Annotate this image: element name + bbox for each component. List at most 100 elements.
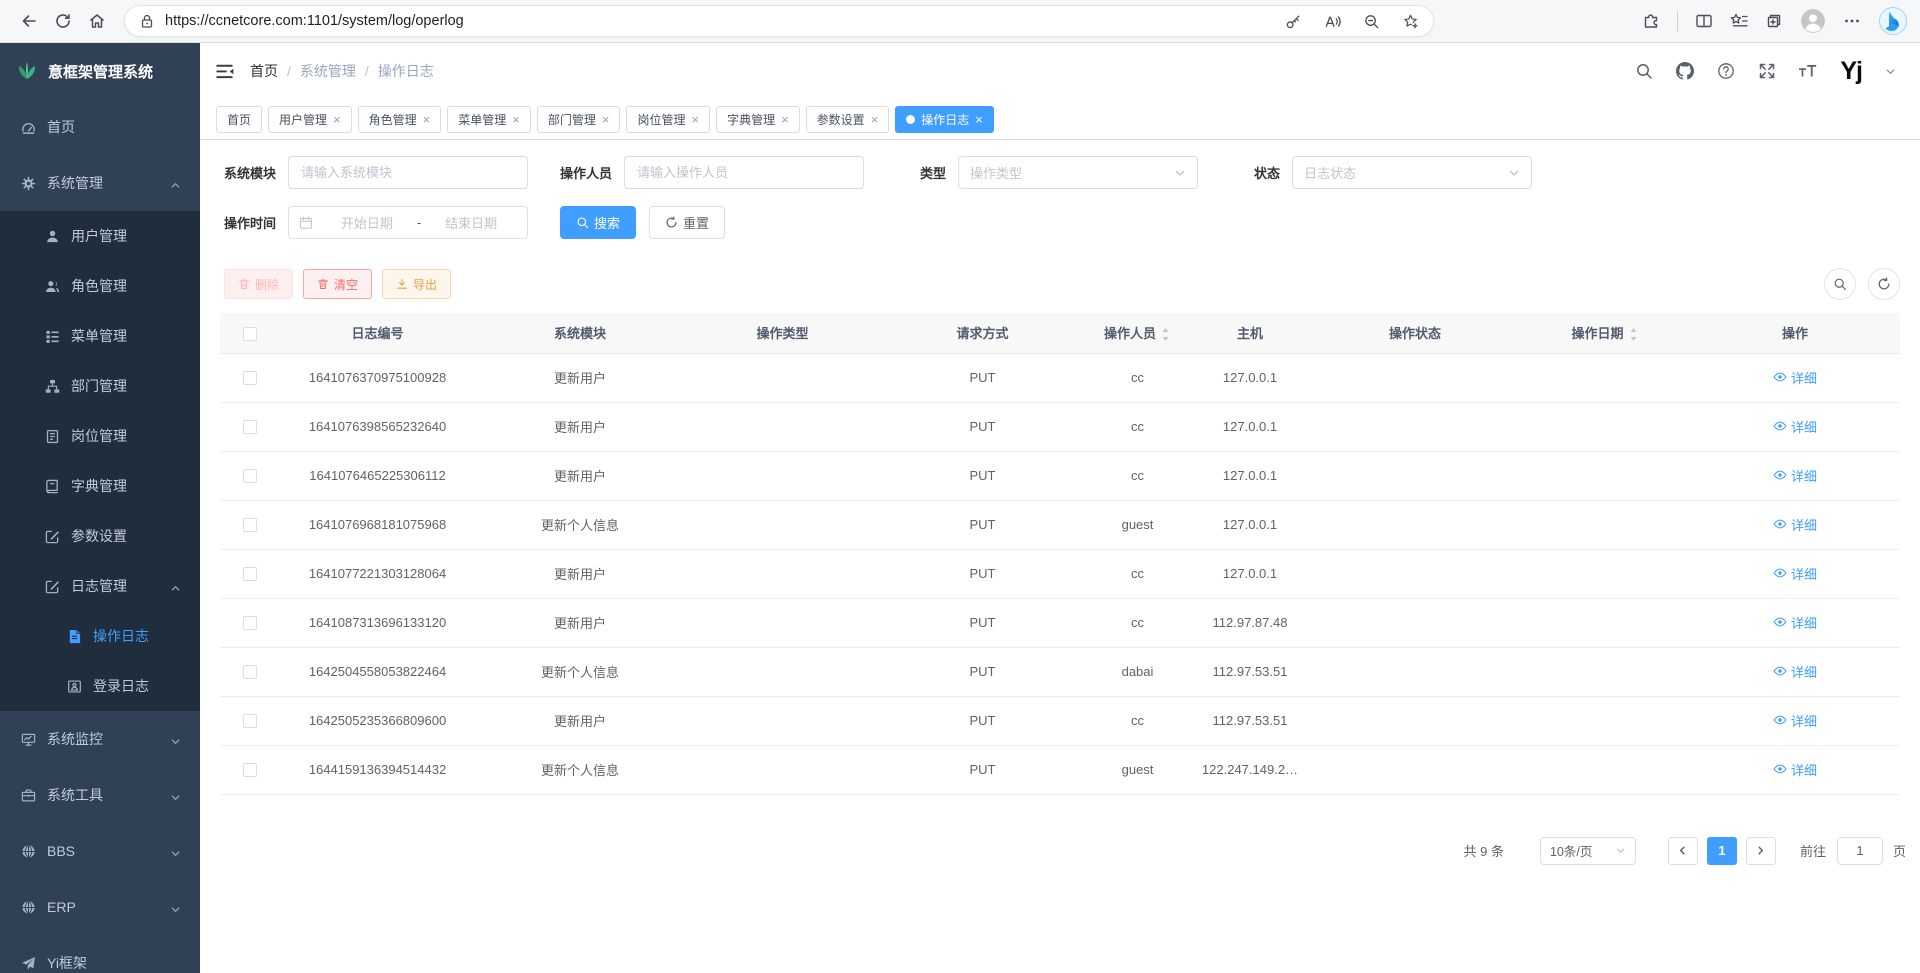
prev-page-button[interactable] [1668,837,1698,865]
page-size-select[interactable]: 10条/页 [1540,837,1636,865]
fullscreen-icon[interactable] [1758,62,1776,80]
date-range-picker[interactable]: 开始日期 - 结束日期 [288,206,528,239]
password-key-icon[interactable] [1285,13,1302,30]
delete-button[interactable]: 删除 [224,269,293,299]
detail-link[interactable]: 详细 [1773,417,1817,436]
row-checkbox[interactable] [243,616,257,630]
tab-home[interactable]: 首页 [216,106,262,133]
clear-button[interactable]: 清空 [303,269,372,299]
page-number-1[interactable]: 1 [1707,837,1737,865]
detail-link[interactable]: 详细 [1773,760,1817,779]
row-checkbox[interactable] [243,714,257,728]
detail-link[interactable]: 详细 [1773,662,1817,681]
tab-close-icon[interactable]: × [602,113,610,126]
show-search-button[interactable] [1824,268,1856,300]
sidebar-item-home[interactable]: 首页 [0,99,200,155]
tab-param-settings[interactable]: 参数设置× [806,106,890,133]
goto-label: 前往 [1800,841,1826,860]
row-checkbox[interactable] [243,763,257,777]
tab-post-mgmt[interactable]: 岗位管理× [626,106,710,133]
user-menu-caret-icon[interactable] [1885,66,1896,77]
search-icon[interactable] [1635,62,1653,80]
tab-close-icon[interactable]: × [975,113,983,126]
status-select[interactable]: 日志状态 [1292,156,1532,189]
tab-dept-mgmt[interactable]: 部门管理× [537,106,621,133]
reset-button[interactable]: 重置 [649,206,725,239]
row-checkbox[interactable] [243,665,257,679]
cell-op-type [685,451,880,500]
favorites-icon[interactable] [1730,12,1748,30]
add-favorite-icon[interactable] [1402,13,1419,30]
sort-icon[interactable] [1628,326,1639,343]
export-button[interactable]: 导出 [382,269,451,299]
breadcrumb-home[interactable]: 首页 [250,61,278,81]
detail-link[interactable]: 详细 [1773,466,1817,485]
sidebar-item-dict-mgmt[interactable]: 字典管理 [0,461,200,511]
dashboard-icon [21,120,36,135]
sidebar-item-log-mgmt[interactable]: 日志管理 [0,561,200,611]
bing-chat-icon[interactable] [1878,6,1908,36]
tab-close-icon[interactable]: × [423,113,431,126]
collections-icon[interactable] [1765,12,1783,30]
goto-page-input[interactable] [1837,837,1883,865]
sidebar-item-erp[interactable]: ERP [0,879,200,935]
profile-avatar[interactable] [1800,8,1826,34]
sidebar-collapse-icon[interactable] [214,61,235,82]
zoom-out-icon[interactable] [1363,13,1380,30]
detail-link[interactable]: 详细 [1773,515,1817,534]
tab-close-icon[interactable]: × [333,113,341,126]
operator-input[interactable] [624,156,864,189]
search-button[interactable]: 搜索 [560,206,636,239]
more-menu-icon[interactable] [1843,12,1861,30]
font-size-icon[interactable] [1799,62,1817,80]
sidebar-item-oper-log[interactable]: 操作日志 [0,611,200,661]
tab-oper-log[interactable]: 操作日志× [895,106,994,133]
read-aloud-icon[interactable] [1324,13,1341,30]
split-screen-icon[interactable] [1695,12,1713,30]
row-checkbox[interactable] [243,518,257,532]
tab-menu-mgmt[interactable]: 菜单管理× [447,106,531,133]
select-all-checkbox[interactable] [243,327,257,341]
row-checkbox[interactable] [243,420,257,434]
tab-dict-mgmt[interactable]: 字典管理× [716,106,800,133]
tab-role-mgmt[interactable]: 角色管理× [358,106,442,133]
row-checkbox[interactable] [243,567,257,581]
row-checkbox[interactable] [243,371,257,385]
sidebar-item-dept-mgmt[interactable]: 部门管理 [0,361,200,411]
browser-refresh-button[interactable] [46,5,80,37]
sidebar-item-yi-framework[interactable]: Yi框架 [0,935,200,973]
tab-close-icon[interactable]: × [691,113,699,126]
sidebar-item-param-settings[interactable]: 参数设置 [0,511,200,561]
detail-link[interactable]: 详细 [1773,613,1817,632]
tab-close-icon[interactable]: × [512,113,520,126]
user-avatar[interactable]: Yj [1840,59,1862,84]
sidebar-item-role-mgmt[interactable]: 角色管理 [0,261,200,311]
tab-user-mgmt[interactable]: 用户管理× [268,106,352,133]
refresh-table-button[interactable] [1868,268,1900,300]
browser-back-button[interactable] [12,5,46,37]
row-checkbox[interactable] [243,469,257,483]
help-icon[interactable] [1717,62,1735,80]
type-select[interactable]: 操作类型 [958,156,1198,189]
detail-link[interactable]: 详细 [1773,368,1817,387]
module-input[interactable] [288,156,528,189]
sidebar-item-user-mgmt[interactable]: 用户管理 [0,211,200,261]
browser-home-button[interactable] [80,5,114,37]
sidebar-item-menu-mgmt[interactable]: 菜单管理 [0,311,200,361]
detail-link[interactable]: 详细 [1773,564,1817,583]
sidebar-item-system-monitor[interactable]: 系统监控 [0,711,200,767]
sort-icon[interactable] [1160,326,1171,343]
github-icon[interactable] [1676,62,1694,80]
tab-close-icon[interactable]: × [871,113,879,126]
address-bar[interactable]: https://ccnetcore.com:1101/system/log/op… [124,5,1434,37]
next-page-button[interactable] [1746,837,1776,865]
sidebar-item-system-tools[interactable]: 系统工具 [0,767,200,823]
detail-link[interactable]: 详细 [1773,711,1817,730]
sidebar-item-post-mgmt[interactable]: 岗位管理 [0,411,200,461]
sidebar-item-system-mgmt[interactable]: 系统管理 [0,155,200,211]
cell-host: 112.97.53.51 [1190,647,1310,696]
sidebar-item-login-log[interactable]: 登录日志 [0,661,200,711]
extensions-icon[interactable] [1642,12,1660,30]
tab-close-icon[interactable]: × [781,113,789,126]
sidebar-item-bbs[interactable]: BBS [0,823,200,879]
